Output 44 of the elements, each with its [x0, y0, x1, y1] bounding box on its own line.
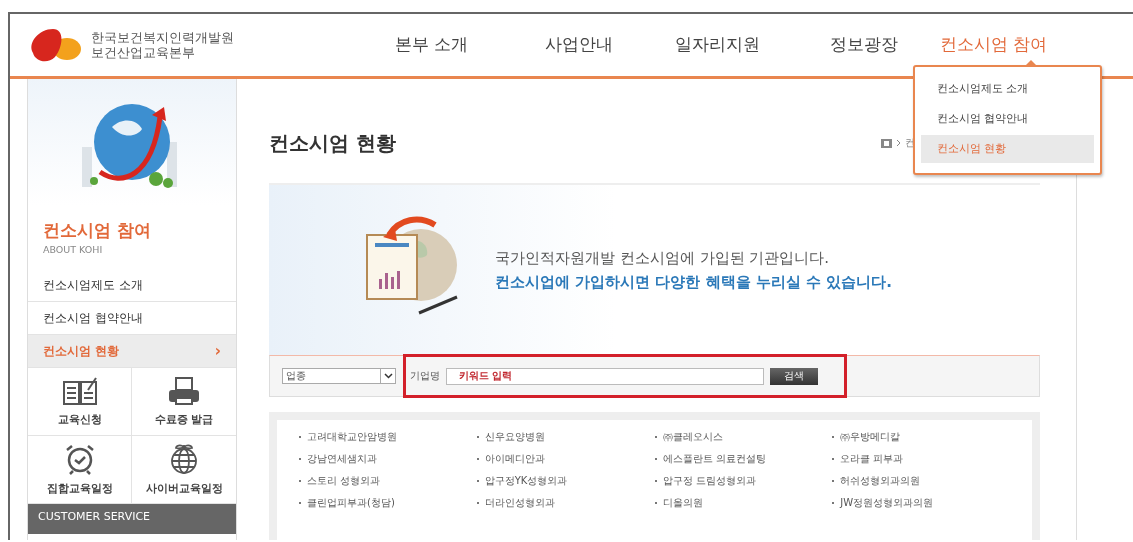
- company-link[interactable]: 고려대학교안암병원: [307, 430, 397, 444]
- nav-menu-item[interactable]: 본부 소개: [395, 34, 469, 56]
- category-dropdown[interactable]: 업종: [282, 368, 396, 384]
- company-link[interactable]: 디올의원: [662, 496, 703, 510]
- book-icon: [61, 376, 98, 406]
- section-title: 컨소시엄 참여: [43, 219, 152, 242]
- company-link[interactable]: 강남연세샘치과: [307, 452, 377, 466]
- chevron-icon: ›: [214, 342, 221, 360]
- company-name-label: 기업명: [410, 369, 440, 383]
- dropdown-item[interactable]: 컨소시엄 협약안내: [921, 105, 1094, 133]
- search-button[interactable]: 검색: [770, 367, 818, 385]
- company-link[interactable]: 클린업피부과(청담): [307, 496, 395, 510]
- nav-menu-item[interactable]: 사업안내: [545, 34, 613, 56]
- nav-menu-item[interactable]: 정보광장: [830, 34, 898, 56]
- company-link[interactable]: 압구정YK성형외과: [484, 474, 568, 488]
- company-link[interactable]: 신우요양병원: [484, 430, 545, 444]
- company-link[interactable]: ㈜클레오시스: [662, 430, 723, 444]
- breadcrumb-text[interactable]: 컨: [905, 136, 915, 150]
- nav-menu-item[interactable]: 일자리지원: [675, 34, 760, 56]
- caret-icon: [383, 373, 393, 379]
- company-link[interactable]: 오라클 피부과: [840, 452, 904, 466]
- home-icon: [881, 138, 892, 148]
- company-link[interactable]: ㈜우방메디칼: [840, 430, 901, 444]
- company-link[interactable]: 에스플란트 의료컨설팅: [662, 452, 766, 466]
- company-link[interactable]: 스토리 성형외과: [307, 474, 381, 488]
- globe-icon: [169, 443, 199, 475]
- chevron-icon: [896, 139, 901, 147]
- company-link[interactable]: JW정원성형외과의원: [840, 496, 934, 510]
- keyword-input-field[interactable]: 키워드 입력: [446, 367, 764, 385]
- printer-icon: [167, 376, 201, 406]
- quick-link[interactable]: 집합교육일정: [28, 436, 132, 504]
- company-link[interactable]: 더라인성형외과: [484, 496, 555, 510]
- intro-highlight-text: 컨소시업에 가입하시면 다양한 혜택을 누리실 수 있습니다.: [495, 272, 893, 292]
- page-title: 컨소시엄 현황: [269, 129, 396, 157]
- quick-link[interactable]: 교육신청: [28, 368, 132, 436]
- intro-text: 국가인적자원개발 컨소시엄에 가입된 기관입니다.: [495, 248, 831, 268]
- dropdown-item[interactable]: 컨소시엄제도 소개: [921, 75, 1094, 103]
- company-link[interactable]: 아이메디안과: [484, 452, 545, 466]
- company-link[interactable]: 허쉬성형외과의원: [840, 474, 921, 488]
- organization-name: 한국보건복지인력개발원: [91, 30, 234, 45]
- customer-service-bar: CUSTOMER SERVICE: [28, 504, 236, 534]
- section-subtitle: ABOUT KOHI: [43, 244, 104, 255]
- division-name: 보건산업교육본부: [91, 45, 196, 60]
- company-link[interactable]: 압구정 드림성형외과: [662, 474, 756, 488]
